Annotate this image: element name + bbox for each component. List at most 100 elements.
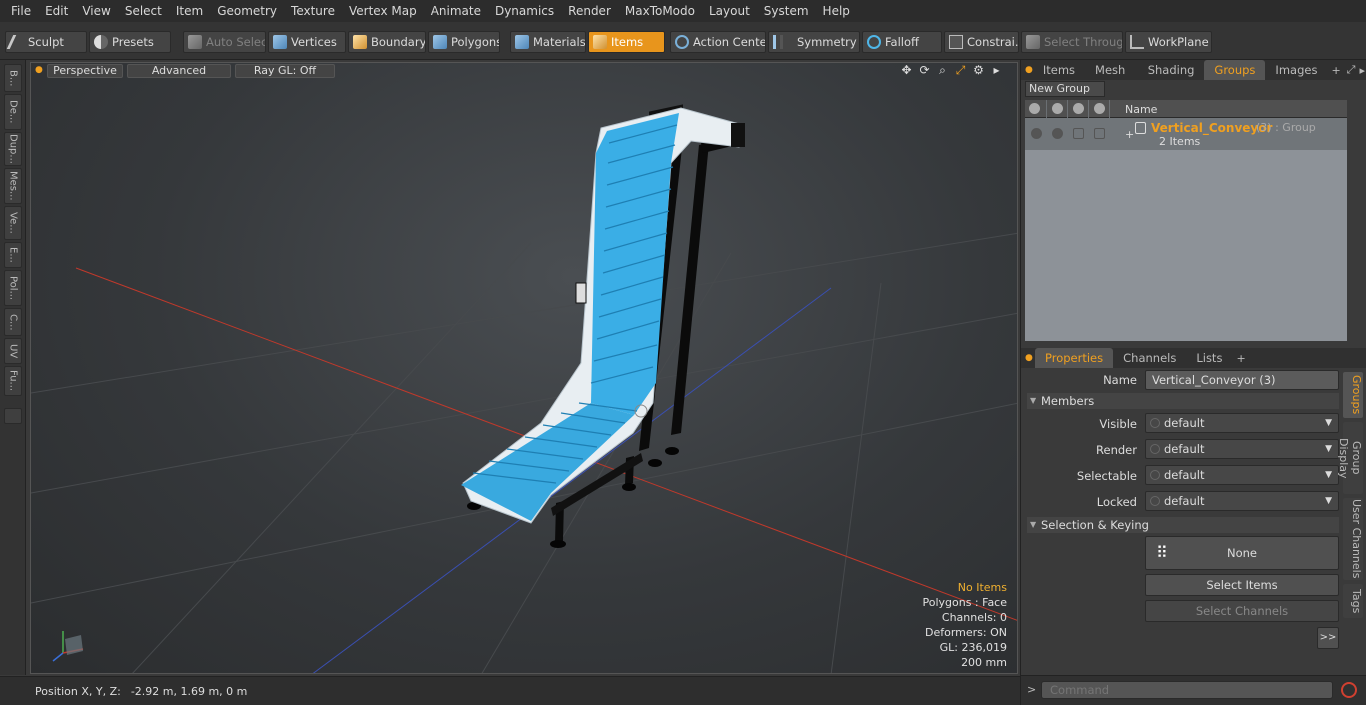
ray-gl-toggle[interactable]: Ray GL: Off [235, 64, 335, 78]
group-name[interactable]: Vertical_Conveyor [1151, 121, 1272, 135]
select-icon[interactable] [1094, 103, 1105, 114]
menu-view[interactable]: View [75, 0, 117, 22]
visibility-eye-icon[interactable] [1029, 103, 1040, 114]
tab-channels[interactable]: Channels [1113, 348, 1186, 368]
render-radio[interactable] [1150, 444, 1160, 454]
new-group-button[interactable]: New Group [1025, 81, 1105, 97]
menu-vertex-map[interactable]: Vertex Map [342, 0, 424, 22]
menu-animate[interactable]: Animate [424, 0, 488, 22]
row-visibility-icon[interactable] [1031, 128, 1042, 139]
items-button[interactable]: Items [588, 31, 665, 53]
menu-edit[interactable]: Edit [38, 0, 75, 22]
selectable-dropdown[interactable]: default ▼ [1145, 465, 1339, 485]
menu-render[interactable]: Render [561, 0, 618, 22]
menu-system[interactable]: System [757, 0, 816, 22]
3d-viewport[interactable]: ● Perspective Advanced Ray GL: Off ✥ ⟳ ⌕… [30, 62, 1018, 674]
add-tab-icon[interactable]: + [1232, 352, 1249, 365]
zoom-view-icon[interactable]: ⌕ [936, 64, 949, 77]
falloff-button[interactable]: Falloff [862, 31, 942, 53]
render-icon[interactable] [1052, 103, 1063, 114]
left-tab-polygon[interactable]: Pol... [4, 270, 22, 306]
left-tab-uv[interactable]: UV [4, 338, 22, 364]
conveyor-model[interactable] [461, 104, 745, 548]
side-tab-group-display[interactable]: Group Display [1337, 422, 1363, 494]
left-tab-toggle[interactable] [4, 408, 22, 424]
gl-count-label: GL: 236,019 [939, 641, 1007, 654]
tab-groups[interactable]: Groups [1204, 60, 1266, 80]
selection-keying-section[interactable]: Selection & Keying [1027, 517, 1339, 533]
auto-select-button[interactable]: Auto Select [183, 31, 266, 53]
menu-item[interactable]: Item [169, 0, 210, 22]
side-tab-groups[interactable]: Groups [1343, 372, 1363, 418]
select-through-button[interactable]: Select Through [1021, 31, 1123, 53]
select-through-icon [1026, 35, 1040, 49]
command-input[interactable] [1041, 681, 1333, 699]
locked-radio[interactable] [1150, 496, 1160, 506]
record-icon[interactable] [1341, 682, 1357, 698]
expand-panel-icon[interactable]: ⤢ [1345, 63, 1358, 77]
select-channels-button[interactable]: Select Channels [1145, 600, 1339, 622]
left-tab-fusion[interactable]: Fu... [4, 366, 22, 396]
side-tab-tags[interactable]: Tags [1343, 584, 1363, 618]
members-section[interactable]: Members [1027, 393, 1339, 409]
viewport-settings-icon[interactable]: ⚙ [972, 64, 985, 77]
expand-plus-icon[interactable]: + [1125, 128, 1134, 141]
vertices-button[interactable]: Vertices 1 [268, 31, 346, 53]
action-center-button[interactable]: Action Center [670, 31, 766, 53]
left-tab-curve[interactable]: C... [4, 308, 22, 336]
viewport-more-icon[interactable]: ▸ [990, 64, 1003, 77]
menu-select[interactable]: Select [118, 0, 169, 22]
menu-texture[interactable]: Texture [284, 0, 342, 22]
move-view-icon[interactable]: ✥ [900, 64, 913, 77]
left-tab-edge[interactable]: E... [4, 242, 22, 268]
presets-button[interactable]: Presets [89, 31, 171, 53]
workplane-button[interactable]: WorkPlane [1125, 31, 1212, 53]
none-button[interactable]: ⠿ None [1145, 536, 1339, 570]
lock-icon[interactable] [1073, 103, 1084, 114]
constraints-button[interactable]: Constrai... [944, 31, 1019, 53]
sculpt-button[interactable]: Sculpt [5, 31, 87, 53]
tab-images[interactable]: Images [1265, 60, 1327, 80]
left-tab-deform[interactable]: De... [4, 94, 22, 130]
tab-properties[interactable]: Properties [1035, 348, 1114, 368]
materials-button[interactable]: Materials [510, 31, 586, 53]
visible-dropdown[interactable]: default ▼ [1145, 413, 1339, 433]
render-dropdown[interactable]: default ▼ [1145, 439, 1339, 459]
menu-maxtomodo[interactable]: MaxToModo [618, 0, 702, 22]
menu-help[interactable]: Help [816, 0, 857, 22]
menu-layout[interactable]: Layout [702, 0, 757, 22]
left-tab-duplicate[interactable]: Dup... [4, 132, 22, 166]
list-item[interactable]: + Vertical_Conveyor (3) : Group 2 Items [1025, 118, 1347, 150]
selectable-radio[interactable] [1150, 470, 1160, 480]
left-tab-mesh-edit[interactable]: Mes... [4, 168, 22, 204]
select-items-button[interactable]: Select Items [1145, 574, 1339, 596]
panel-more-icon[interactable]: ▸ [1357, 64, 1366, 77]
boundary-button[interactable]: Boundary [348, 31, 426, 53]
locked-dropdown[interactable]: default ▼ [1145, 491, 1339, 511]
perspective-dropdown[interactable]: Perspective [47, 64, 123, 78]
row-select-checkbox[interactable] [1094, 128, 1105, 139]
polygons-button[interactable]: Polygons [428, 31, 500, 53]
viewport-nav-icons: ✥ ⟳ ⌕ ⤢ ⚙ ▸ [900, 64, 1003, 77]
tab-mesh[interactable]: Mesh ... [1085, 60, 1138, 97]
advanced-dropdown[interactable]: Advanced [127, 64, 231, 78]
tab-shading[interactable]: Shading [1138, 60, 1205, 80]
left-tab-basic[interactable]: B... [4, 64, 22, 92]
group-list[interactable]: + Vertical_Conveyor (3) : Group 2 Items [1025, 118, 1347, 341]
tab-lists[interactable]: Lists [1186, 348, 1232, 368]
tab-items[interactable]: Items [1033, 60, 1085, 80]
left-tab-vertex[interactable]: Ve... [4, 206, 22, 240]
row-render-icon[interactable] [1052, 128, 1063, 139]
add-tab-icon[interactable]: + [1327, 64, 1344, 77]
name-field[interactable]: Vertical_Conveyor (3) [1145, 370, 1339, 390]
row-lock-checkbox[interactable] [1073, 128, 1084, 139]
symmetry-button[interactable]: Symmetry [768, 31, 860, 53]
visible-radio[interactable] [1150, 418, 1160, 428]
rotate-view-icon[interactable]: ⟳ [918, 64, 931, 77]
menu-dynamics[interactable]: Dynamics [488, 0, 561, 22]
side-tab-user-channels[interactable]: User Channels [1343, 498, 1363, 580]
menu-geometry[interactable]: Geometry [210, 0, 284, 22]
more-button[interactable]: >> [1317, 627, 1339, 649]
maximize-view-icon[interactable]: ⤢ [954, 64, 967, 77]
menu-file[interactable]: File [4, 0, 38, 22]
